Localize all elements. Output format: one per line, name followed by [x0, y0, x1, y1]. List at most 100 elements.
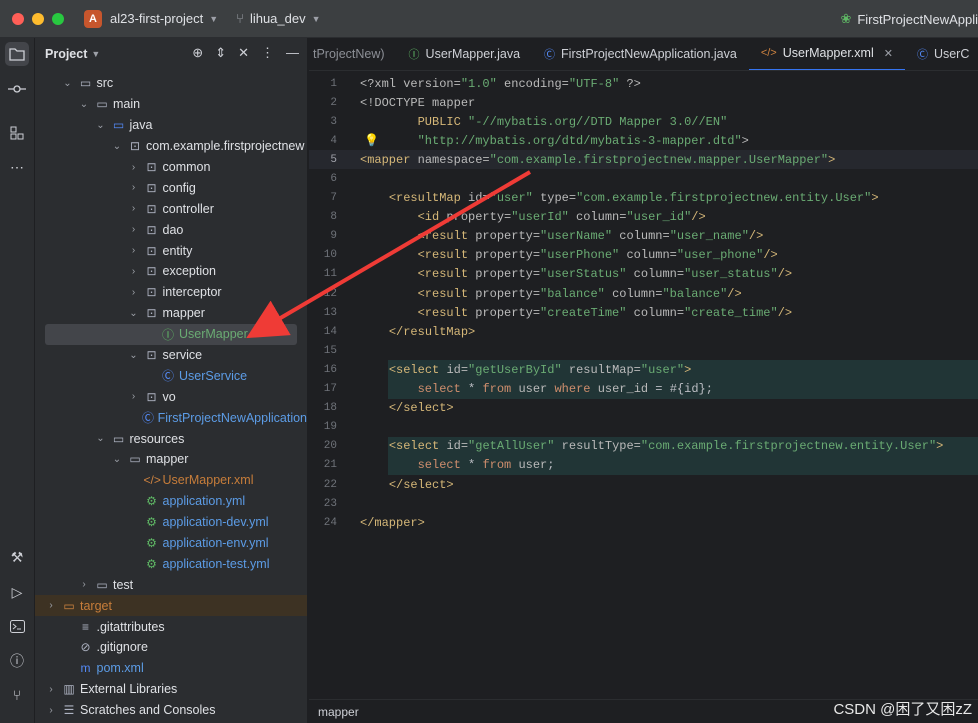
breadcrumb-item[interactable]: mapper: [318, 705, 359, 719]
code-line[interactable]: 13 <result property="createTime" column=…: [309, 303, 978, 322]
options-kebab-icon[interactable]: ⋮: [261, 45, 274, 61]
code-line[interactable]: 2 <!DOCTYPE mapper: [309, 93, 978, 112]
tree-item[interactable]: › ⊡ config: [35, 177, 307, 198]
code-line[interactable]: 24 </mapper>: [309, 513, 978, 532]
code-line[interactable]: 8 <id property="userId" column="user_id"…: [309, 208, 978, 227]
tree-item[interactable]: ⌄ ▭ java: [35, 115, 307, 136]
project-folder-icon[interactable]: [5, 42, 29, 66]
code-line[interactable]: 23: [309, 494, 978, 513]
code-line[interactable]: 7 <resultMap id="user" type="com.example…: [309, 189, 978, 208]
code-line[interactable]: 5 <mapper namespace="com.example.firstpro…: [309, 150, 978, 170]
code-line[interactable]: 11 <result property="userStatus" column=…: [309, 265, 978, 284]
code-line[interactable]: 9 <result property="userName" column="us…: [309, 227, 978, 246]
project-panel-title[interactable]: Project: [45, 47, 87, 61]
chevron-down-icon[interactable]: ⌄: [78, 99, 90, 110]
chevron-down-icon[interactable]: ▼: [312, 14, 321, 24]
chevron-down-icon[interactable]: ⌄: [128, 308, 140, 319]
tree-item[interactable]: ⌄ ▭ mapper: [35, 449, 307, 470]
chevron-down-icon[interactable]: ⌄: [62, 78, 74, 89]
collapse-all-icon[interactable]: ✕: [238, 45, 249, 61]
tree-item[interactable]: ⌄ ⊡ service: [35, 345, 307, 366]
code-line[interactable]: 16 <select id="getUserById" resultMap="u…: [309, 360, 978, 380]
tree-item[interactable]: › ⊡ common: [35, 157, 307, 178]
tree-item[interactable]: › ▭ target: [35, 595, 307, 617]
tree-item[interactable]: ⚙ application-dev.yml: [35, 512, 307, 533]
tree-item[interactable]: ⌄ ▭ main: [35, 94, 307, 115]
tree-item[interactable]: Ⓒ FirstProjectNewApplication: [35, 407, 307, 428]
build-hammer-icon[interactable]: ⚒: [5, 545, 29, 569]
code-line[interactable]: 15: [309, 341, 978, 360]
tree-item[interactable]: Ⓘ UserMapper: [45, 323, 297, 345]
code-line[interactable]: 3 PUBLIC "-//mybatis.org//DTD Mapper 3.0…: [309, 112, 978, 131]
maximize-window-button[interactable]: [52, 12, 64, 25]
code-line[interactable]: 19: [309, 418, 978, 437]
problems-icon[interactable]: ⓘ: [5, 649, 29, 673]
chevron-right-icon[interactable]: ›: [128, 266, 140, 277]
chevron-right-icon[interactable]: ›: [45, 600, 57, 611]
tree-item[interactable]: Ⓒ UserService: [35, 365, 307, 386]
tree-item[interactable]: </> UserMapper.xml: [35, 470, 307, 491]
code-line[interactable]: 18 </select>: [309, 399, 978, 418]
tree-item[interactable]: ≡ .gitattributes: [35, 616, 307, 637]
chevron-down-icon[interactable]: ▼: [91, 49, 100, 59]
locate-target-icon[interactable]: ⊕: [192, 45, 203, 61]
code-line[interactable]: 14 </resultMap>: [309, 322, 978, 341]
editor-tab[interactable]: Ⓘ UserMapper.java: [397, 38, 533, 70]
expand-all-icon[interactable]: ⇕: [215, 45, 226, 61]
tree-item[interactable]: ⌄ ⊡ com.example.firstprojectnew: [35, 136, 307, 157]
project-name[interactable]: al23-first-project: [110, 11, 203, 26]
chevron-down-icon[interactable]: ⌄: [111, 454, 123, 465]
tree-item[interactable]: ⌄ ▭ resources: [35, 428, 307, 449]
code-line[interactable]: 6: [309, 169, 978, 188]
code-line[interactable]: 12 <result property="balance" column="ba…: [309, 284, 978, 303]
code-line[interactable]: 22 </select>: [309, 475, 978, 494]
git-icon[interactable]: ⑂: [5, 683, 29, 707]
hide-panel-icon[interactable]: —: [286, 45, 299, 61]
tree-item[interactable]: › ▥ External Libraries: [35, 679, 307, 700]
editor-tab[interactable]: </> UserMapper.xml ✕: [748, 38, 905, 70]
chevron-right-icon[interactable]: ›: [128, 162, 140, 173]
tree-item[interactable]: › ⊡ dao: [35, 219, 307, 240]
tree-item[interactable]: › ⊡ interceptor: [35, 282, 307, 303]
chevron-right-icon[interactable]: ›: [45, 684, 57, 695]
tree-item[interactable]: ⌄ ⊡ mapper: [35, 303, 307, 324]
git-branch-icon[interactable]: ⑂: [236, 11, 244, 26]
chevron-right-icon[interactable]: ›: [128, 203, 140, 214]
run-configuration[interactable]: ❀ FirstProjectNewAppli: [840, 0, 978, 38]
editor-tab[interactable]: tProjectNew): [309, 38, 397, 70]
tree-item[interactable]: › ▭ test: [35, 574, 307, 595]
chevron-right-icon[interactable]: ›: [128, 391, 140, 402]
structure-icon[interactable]: [5, 121, 29, 145]
code-line[interactable]: 20 <select id="getAllUser" resultType="c…: [309, 436, 978, 456]
close-tab-icon[interactable]: ✕: [884, 47, 893, 60]
branch-name[interactable]: lihua_dev: [250, 11, 306, 26]
close-window-button[interactable]: [12, 12, 24, 25]
chevron-right-icon[interactable]: ›: [128, 287, 140, 298]
code-line[interactable]: 1 <?xml version="1.0" encoding="UTF-8" ?>: [309, 74, 978, 93]
tree-item[interactable]: › ⊡ vo: [35, 386, 307, 407]
chevron-right-icon[interactable]: ›: [128, 182, 140, 193]
tree-item[interactable]: › ☰ Scratches and Consoles: [35, 700, 307, 721]
code-line[interactable]: 21 select * from user;: [309, 455, 978, 475]
services-icon[interactable]: ▷: [5, 580, 29, 604]
chevron-down-icon[interactable]: ▼: [209, 14, 218, 24]
chevron-right-icon[interactable]: ›: [128, 245, 140, 256]
tree-item[interactable]: ⚙ application-env.yml: [35, 533, 307, 554]
commit-icon[interactable]: [5, 77, 29, 101]
chevron-down-icon[interactable]: ⌄: [128, 350, 140, 361]
chevron-right-icon[interactable]: ›: [78, 579, 90, 590]
code-line[interactable]: 10 <result property="userPhone" column="…: [309, 246, 978, 265]
tree-item[interactable]: › ⊡ entity: [35, 240, 307, 261]
tree-item[interactable]: ⌄ ▭ src: [35, 73, 307, 94]
chevron-down-icon[interactable]: ⌄: [111, 141, 123, 152]
code-line[interactable]: 4 💡 "http://mybatis.org/dtd/mybatis-3-map…: [309, 131, 978, 150]
tree-item[interactable]: m pom.xml: [35, 658, 307, 679]
chevron-down-icon[interactable]: ⌄: [95, 433, 107, 444]
tree-item[interactable]: › ⊡ controller: [35, 198, 307, 219]
chevron-right-icon[interactable]: ›: [45, 705, 57, 716]
editor-tab[interactable]: Ⓒ UserC: [905, 38, 978, 70]
minimize-window-button[interactable]: [32, 12, 44, 25]
chevron-right-icon[interactable]: ›: [128, 224, 140, 235]
terminal-icon[interactable]: [5, 614, 29, 638]
tree-item[interactable]: ⚙ application-test.yml: [35, 553, 307, 574]
